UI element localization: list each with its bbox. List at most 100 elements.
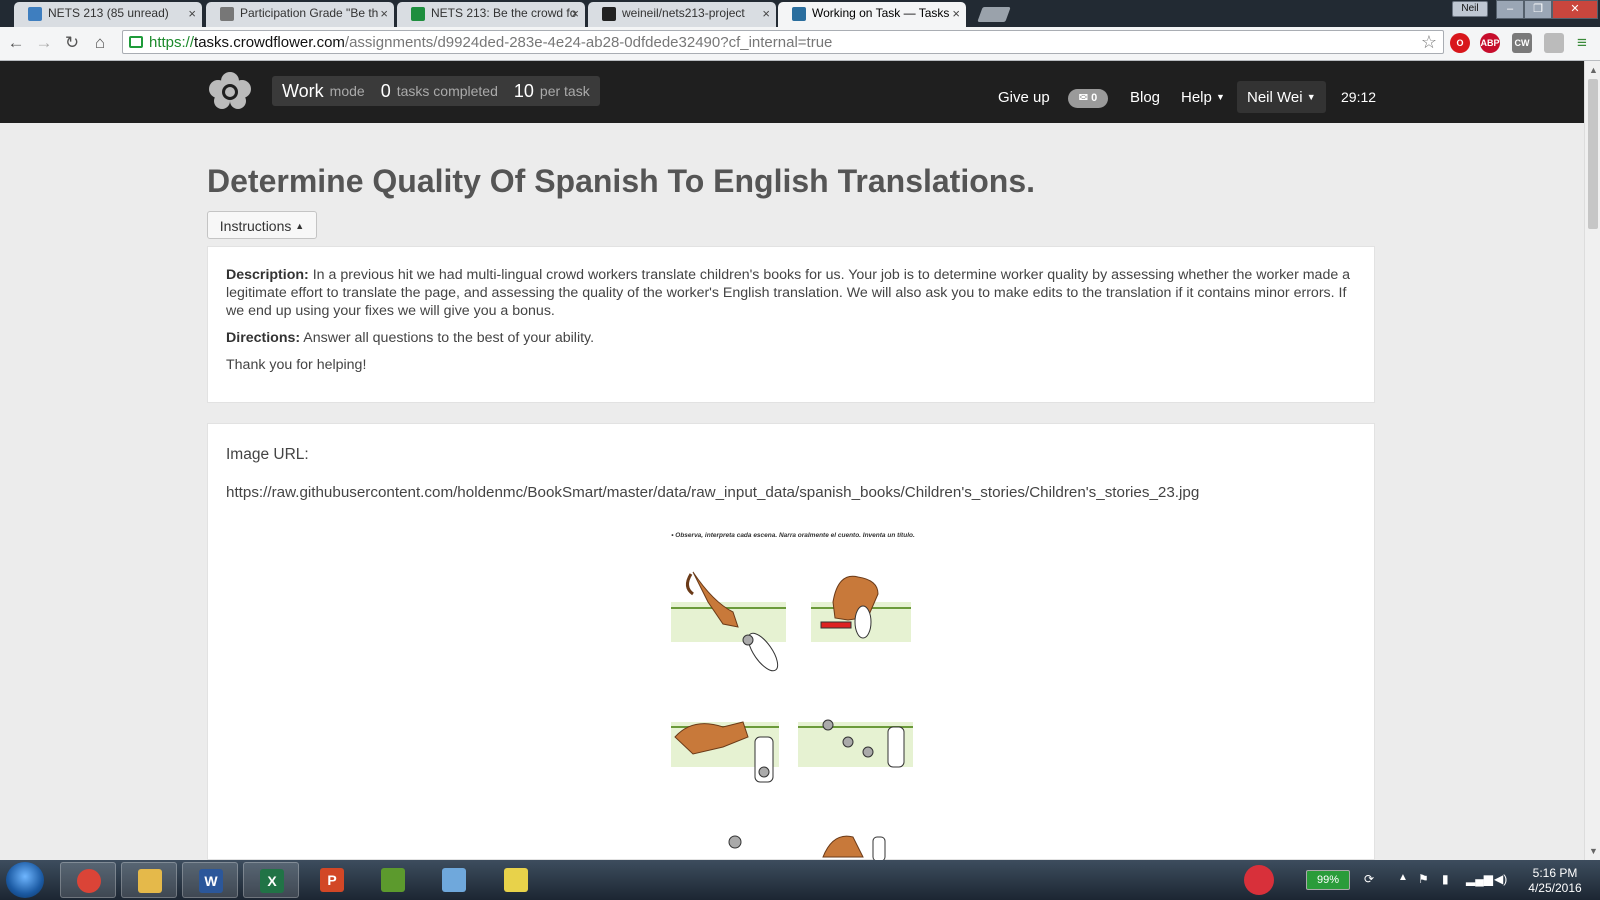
flag-icon[interactable]: ⚑ — [1418, 872, 1429, 886]
minimize-button[interactable]: ‒ — [1496, 0, 1524, 19]
volume-icon[interactable]: ◀) — [1494, 872, 1507, 886]
browser-tab-title: weineil/nets213-project — [622, 6, 745, 20]
tasks-completed-label: tasks completed — [396, 83, 498, 99]
document-icon — [220, 7, 234, 21]
caret-up-icon: ▲ — [295, 221, 305, 231]
url-text: https://tasks.crowdflower.com/assignment… — [149, 34, 832, 51]
back-arrow-icon[interactable]: ← — [6, 33, 26, 53]
sync-icon[interactable]: ⟳ — [1364, 872, 1374, 886]
address-bar[interactable]: https://tasks.crowdflower.com/assignment… — [122, 30, 1444, 54]
app-tray-icon[interactable] — [1244, 865, 1274, 895]
notes-icon — [442, 868, 466, 892]
stickynotes-icon — [504, 868, 528, 892]
new-tab-button[interactable] — [977, 7, 1011, 22]
explorer-icon — [138, 869, 162, 893]
per-task-label: per task — [539, 83, 590, 99]
system-clock[interactable]: 5:16 PM 4/25/2016 — [1525, 866, 1585, 896]
browser-tab[interactable]: Participation Grade "Be th × — [206, 2, 394, 27]
project-icon — [381, 868, 405, 892]
envelope-icon: ✉ — [1078, 92, 1089, 104]
tasks-completed-count: 0 — [380, 80, 391, 101]
user-name: Neil Wei — [1247, 89, 1303, 106]
taskbar-app-button[interactable]: P — [304, 862, 360, 898]
taskbar-app-button[interactable] — [121, 862, 177, 898]
battery-indicator[interactable]: 99% — [1306, 870, 1350, 890]
description-text: In a previous hit we had multi-lingual c… — [226, 267, 1351, 319]
description-paragraph: Description: In a previous hit we had mu… — [226, 266, 1356, 320]
scroll-down-icon[interactable]: ▼ — [1589, 846, 1598, 856]
taskbar-app-button[interactable]: W — [182, 862, 238, 898]
windows-start-icon[interactable] — [6, 862, 44, 898]
show-hidden-icons-icon[interactable]: ▲ — [1398, 872, 1408, 883]
help-menu[interactable]: Help ▼ — [1181, 89, 1225, 106]
caret-down-icon: ▼ — [1306, 92, 1316, 102]
image-url-label: Image URL: — [226, 446, 309, 463]
taskbar-app-button[interactable] — [60, 862, 116, 898]
work-mode-status: Work mode 0 tasks completed 10 per task — [272, 76, 600, 106]
messages-count: 0 — [1091, 92, 1098, 104]
profile-button[interactable]: Neil — [1452, 1, 1488, 17]
page-scrollbar[interactable]: ▲ ▼ — [1584, 61, 1600, 860]
task-timer: 29:12 — [1341, 89, 1377, 105]
give-up-link[interactable]: Give up — [998, 89, 1050, 106]
book-page-image: • Observa, interpreta cada escena. Narra… — [663, 532, 923, 861]
close-tab-icon[interactable]: × — [571, 6, 579, 21]
opera-icon[interactable]: O — [1450, 33, 1470, 53]
caret-down-icon: ▼ — [1216, 92, 1225, 102]
crowdflower-icon — [792, 7, 806, 21]
mode-word: Work — [282, 80, 324, 101]
taskbar-app-button[interactable] — [488, 862, 544, 898]
clock-date: 4/25/2016 — [1528, 881, 1582, 895]
close-tab-icon[interactable]: × — [188, 6, 196, 21]
network-signal-icon[interactable]: ▂▄▆ — [1466, 872, 1493, 886]
extension-icon[interactable] — [1544, 33, 1564, 53]
github-icon — [602, 7, 616, 21]
maximize-button[interactable]: ❐ — [1524, 0, 1552, 19]
cw-icon[interactable]: CW — [1512, 33, 1532, 53]
blog-link[interactable]: Blog — [1130, 89, 1160, 106]
close-tab-icon[interactable]: × — [762, 6, 770, 21]
home-icon[interactable]: ⌂ — [90, 33, 110, 53]
browser-tab[interactable]: Working on Task — Tasks × — [778, 2, 966, 27]
taskbar-app-button[interactable] — [426, 862, 482, 898]
taskbar-app-button[interactable]: X — [243, 862, 299, 898]
scroll-up-icon[interactable]: ▲ — [1589, 65, 1598, 75]
browser-tab[interactable]: NETS 213: Be the crowd fo × — [397, 2, 585, 27]
url-path: /assignments/d9924ded-283e-4e24-ab28-0df… — [344, 34, 833, 51]
site-header: Work mode 0 tasks completed 10 per task … — [0, 61, 1584, 123]
bookmark-star-icon[interactable]: ☆ — [1421, 32, 1437, 53]
messages-badge[interactable]: ✉ 0 — [1068, 89, 1108, 108]
powerpoint-icon: P — [320, 868, 344, 892]
forward-arrow-icon[interactable]: → — [34, 33, 54, 53]
per-task-count: 10 — [513, 80, 534, 101]
browser-tab-title: Participation Grade "Be th — [240, 6, 379, 20]
crowdflower-logo-icon[interactable] — [207, 71, 253, 116]
piazza-icon — [28, 7, 42, 21]
reload-icon[interactable]: ↻ — [62, 33, 82, 53]
browser-toolbar: ← → ↻ ⌂ https://tasks.crowdflower.com/as… — [0, 27, 1600, 61]
word-icon: W — [199, 869, 223, 893]
close-tab-icon[interactable]: × — [380, 6, 388, 21]
directions-text: Answer all questions to the best of your… — [303, 330, 595, 346]
power-icon[interactable]: ▮ — [1442, 872, 1449, 886]
mode-label: mode — [329, 83, 365, 99]
taskbar-app-button[interactable] — [365, 862, 421, 898]
browser-tab[interactable]: weineil/nets213-project × — [588, 2, 776, 27]
browser-tab-title: NETS 213: Be the crowd fo — [431, 6, 577, 20]
instructions-button[interactable]: Instructions ▲ — [207, 211, 317, 239]
url-domain: tasks.crowdflower.com — [194, 34, 345, 51]
adblock-icon[interactable]: ABP — [1480, 33, 1500, 53]
page-title: Determine Quality Of Spanish To English … — [207, 163, 1035, 199]
clock-time: 5:16 PM — [1532, 866, 1578, 880]
browser-tab[interactable]: NETS 213 (85 unread) × — [14, 2, 202, 27]
sheets-icon — [411, 7, 425, 21]
directions-paragraph: Directions: Answer all questions to the … — [226, 329, 1356, 347]
thanks-text: Thank you for helping! — [226, 357, 367, 373]
browser-tab-title: NETS 213 (85 unread) — [48, 6, 169, 20]
close-tab-icon[interactable]: × — [952, 6, 960, 21]
close-window-button[interactable]: ✕ — [1552, 0, 1598, 19]
scrollbar-thumb[interactable] — [1588, 79, 1598, 229]
user-menu[interactable]: Neil Wei ▼ — [1237, 81, 1326, 113]
chrome-menu-icon[interactable]: ≡ — [1572, 33, 1592, 53]
chrome-icon — [77, 869, 101, 893]
